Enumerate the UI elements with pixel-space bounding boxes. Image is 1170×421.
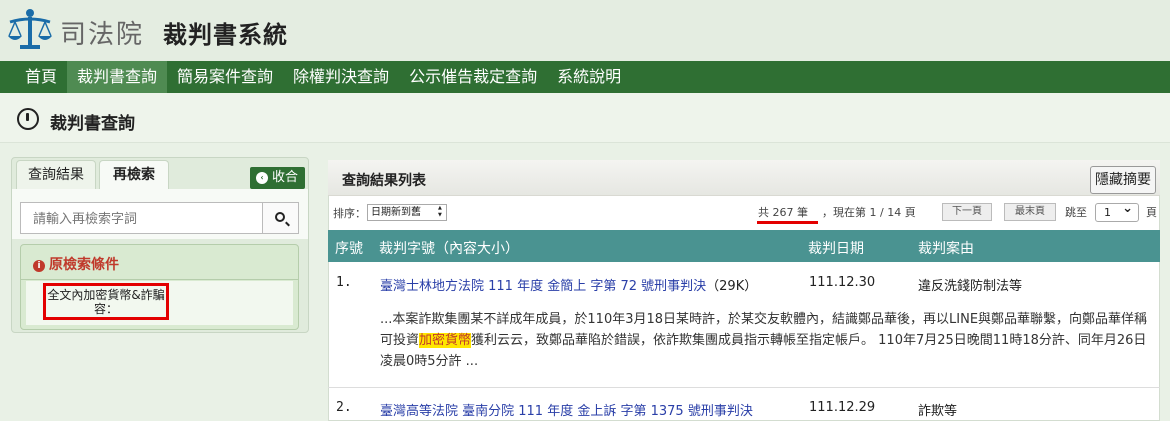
re-search-button[interactable]	[262, 202, 299, 234]
original-criteria-title: i 原檢索條件	[33, 254, 119, 274]
row-2-reason: 詐欺等	[918, 404, 958, 419]
site-name: 司法院	[60, 20, 145, 50]
tab-query-results[interactable]: 查詢結果	[16, 160, 96, 190]
page-unit-label: 頁	[1146, 206, 1157, 219]
nav-item-exclusion-judgment-search[interactable]: 除權判決查詢	[283, 61, 399, 93]
nav-item-system-help[interactable]: 系統說明	[547, 61, 631, 93]
search-icon	[275, 212, 285, 222]
column-header-no: 序號	[335, 241, 363, 257]
row-2-date: 111.12.29	[809, 400, 876, 415]
criteria-value-line2: 容：	[93, 302, 118, 316]
row-1-case-size: （29K）	[706, 279, 758, 294]
row-1-case-link[interactable]: 臺灣士林地方法院 111 年度 金簡上 字第 72 號刑事判決（29K）	[380, 275, 757, 294]
app-name: 裁判書系統	[163, 21, 288, 49]
criteria-value-highlighted: 全文內加密貨幣&詐騙 容：	[43, 283, 169, 320]
nav-item-judgment-search[interactable]: 裁判書查詢	[67, 61, 168, 93]
row-1-number: 1.	[336, 275, 352, 290]
results-panel-header	[328, 160, 1160, 196]
row-1-summary-after: 獲利云云，致鄭品華陷於錯誤，依詐欺集團成員指示轉帳至指定帳戶。 110年7月25…	[380, 333, 1147, 369]
column-header-reason: 裁判案由	[918, 241, 974, 257]
page-title: 裁判書查詢	[50, 114, 135, 134]
power-circle-icon	[17, 108, 39, 130]
original-criteria-title-text: 原檢索條件	[49, 257, 119, 273]
row-separator	[328, 387, 1160, 388]
next-page-button[interactable]: 下一頁	[942, 203, 992, 221]
last-page-button[interactable]: 最末頁	[1004, 203, 1056, 221]
results-panel-title: 查詢結果列表	[342, 173, 426, 189]
collapse-button[interactable]: ‹ 收合	[250, 167, 305, 189]
total-count-red-underline	[757, 221, 818, 224]
judicial-scales-logo-icon[interactable]	[6, 6, 54, 52]
current-page-info: ，現在第 1 / 14 頁	[822, 206, 916, 219]
hide-summary-button[interactable]: 隱藏摘要	[1090, 166, 1156, 194]
column-header-case: 裁判字號（內容大小）	[379, 241, 519, 257]
total-count: 共 267 筆	[758, 206, 808, 219]
sort-label: 排序：	[333, 207, 366, 220]
column-header-date: 裁判日期	[808, 241, 864, 257]
sort-select[interactable]: 日期新到舊	[367, 204, 447, 221]
row-2-number: 2.	[336, 400, 352, 415]
row-2-case-link[interactable]: 臺灣高等法院 臺南分院 111 年度 金上訴 字第 1375 號刑事判決	[380, 400, 753, 419]
page-title-bar	[0, 93, 1170, 143]
row-1-summary-highlight: 加密貨幣	[419, 333, 472, 348]
criteria-divider	[21, 279, 298, 280]
re-search-input[interactable]	[20, 202, 263, 234]
nav-item-simple-case-search[interactable]: 簡易案件查詢	[167, 61, 283, 93]
row-1-summary: ...本案詐欺集團某不詳成年成員，於110年3月18日某時許，於某交友軟體內，結…	[380, 309, 1150, 372]
row-1-reason: 違反洗錢防制法等	[918, 279, 1023, 294]
info-icon: i	[33, 260, 45, 272]
main-nav: 首頁 裁判書查詢 簡易案件查詢 除權判決查詢 公示催告裁定查詢 系統說明	[0, 61, 1170, 93]
nav-item-public-notice-search[interactable]: 公示催告裁定查詢	[399, 61, 547, 93]
chevron-left-circle-icon: ‹	[256, 172, 268, 184]
jump-to-label: 跳至	[1065, 206, 1087, 219]
row-1-case-title[interactable]: 臺灣士林地方法院 111 年度 金簡上 字第 72 號刑事判決	[380, 279, 706, 294]
tab-re-search[interactable]: 再檢索	[99, 160, 169, 191]
criteria-value-line1: 全文內加密貨幣&詐騙	[47, 288, 165, 302]
page-select[interactable]: 1	[1095, 200, 1139, 222]
row-1-date: 111.12.30	[809, 275, 876, 290]
nav-item-home[interactable]: 首頁	[15, 61, 67, 93]
collapse-label: 收合	[272, 170, 299, 185]
